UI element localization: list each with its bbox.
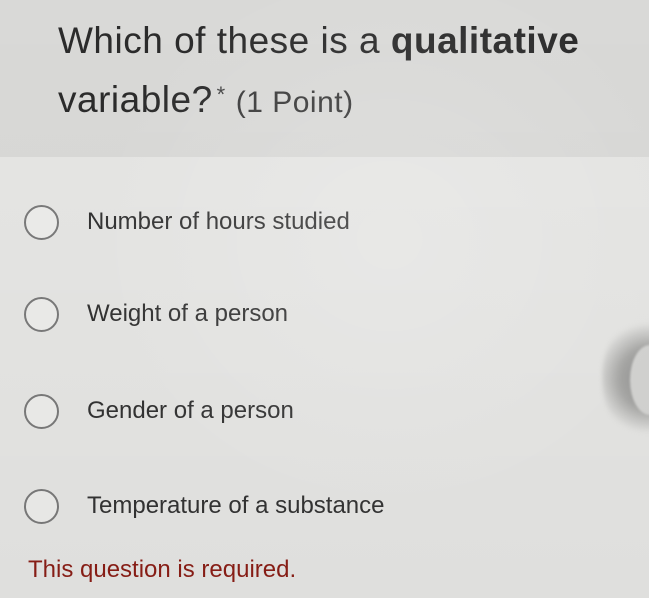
radio-unchecked-icon[interactable] bbox=[24, 488, 59, 524]
question-points: (1 Point) bbox=[235, 86, 354, 119]
option-temperature-of-a-substance[interactable]: Temperature of a substance bbox=[24, 484, 385, 528]
option-weight-of-a-person[interactable]: Weight of a person bbox=[24, 292, 288, 336]
question-title-prefix: Which of these is a bbox=[58, 20, 391, 61]
radio-unchecked-icon[interactable] bbox=[24, 393, 59, 429]
option-label: Gender of a person bbox=[87, 397, 294, 424]
question-title-line-2: variable? * (1 Point) bbox=[58, 79, 354, 121]
option-label: Weight of a person bbox=[87, 300, 289, 327]
form-page: Which of these is a qualitative variable… bbox=[0, 0, 649, 598]
option-label: Number of hours studied bbox=[87, 208, 350, 235]
question-header: Which of these is a qualitative variable… bbox=[0, 0, 649, 157]
option-label: Temperature of a substance bbox=[87, 492, 385, 519]
radio-unchecked-icon[interactable] bbox=[24, 204, 59, 240]
option-number-of-hours-studied[interactable]: Number of hours studied bbox=[24, 200, 350, 244]
question-title-end: variable? bbox=[58, 79, 213, 120]
question-title-bold: qualitative bbox=[390, 20, 580, 61]
option-gender-of-a-person[interactable]: Gender of a person bbox=[24, 389, 294, 433]
radio-unchecked-icon[interactable] bbox=[24, 296, 59, 332]
question-title-line-1: Which of these is a qualitative bbox=[58, 20, 579, 62]
required-marker: * bbox=[216, 82, 226, 107]
required-error-message: This question is required. bbox=[28, 556, 297, 583]
